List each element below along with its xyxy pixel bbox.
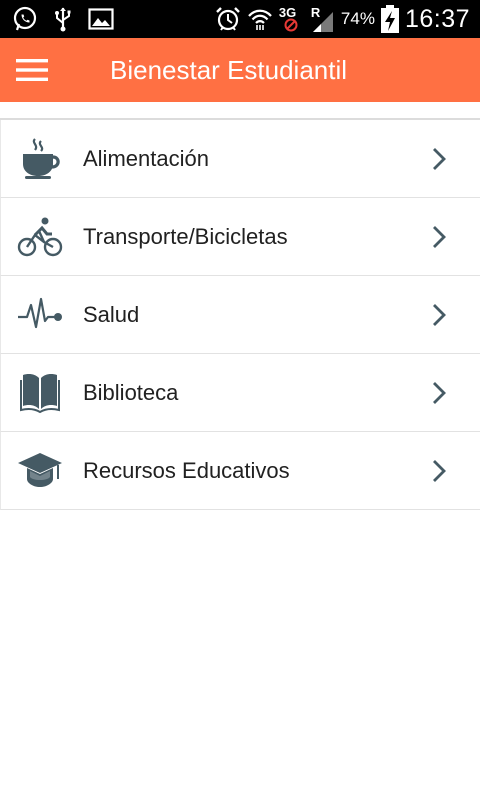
list-item-salud[interactable]: Salud <box>0 276 480 354</box>
app-title: Bienestar Estudiantil <box>110 55 348 85</box>
coffee-cup-icon <box>23 138 60 179</box>
chevron-right-icon <box>433 148 446 170</box>
alarm-icon <box>216 7 240 31</box>
chevron-right-icon <box>433 304 446 326</box>
chevron-right-icon <box>433 226 446 248</box>
image-icon <box>88 8 114 30</box>
wifi-icon <box>248 9 272 30</box>
list-item-transporte[interactable]: Transporte/Bicicletas <box>0 198 480 276</box>
menu-button[interactable] <box>8 46 56 94</box>
mobile-data-icon: 3G <box>279 4 305 34</box>
list-item-alimentacion[interactable]: Alimentación <box>0 120 480 198</box>
status-bar: 3G R 74% 16:37 <box>0 0 480 38</box>
list-item-label: Biblioteca <box>83 380 179 405</box>
whatsapp-icon <box>13 6 37 31</box>
list-item-label: Transporte/Bicicletas <box>83 224 288 249</box>
no-data-icon <box>284 18 298 32</box>
chevron-right-icon <box>433 460 446 482</box>
battery-charging-icon <box>380 5 399 33</box>
book-icon <box>20 374 60 414</box>
status-bar-left <box>12 0 114 38</box>
clock: 16:37 <box>404 4 470 33</box>
hamburger-menu-icon[interactable] <box>16 58 48 82</box>
bicycle-icon <box>17 217 63 257</box>
signal-icon: R <box>311 4 335 34</box>
menu-list: Alimentación Transporte/Bicicletas Salud <box>0 118 480 510</box>
usb-icon <box>55 7 71 32</box>
app-bar: Bienestar Estudiantil <box>0 38 480 102</box>
heartbeat-icon <box>18 297 62 329</box>
battery-percent: 74% <box>340 9 375 28</box>
list-item-label: Salud <box>83 302 140 327</box>
list-item-recursos[interactable]: Recursos Educativos <box>0 432 480 510</box>
list-item-label: Alimentación <box>83 146 209 171</box>
signal-bars-icon <box>312 12 333 32</box>
list-item-biblioteca[interactable]: Biblioteca <box>0 354 480 432</box>
graduation-cap-icon <box>18 453 62 487</box>
chevron-right-icon <box>433 382 446 404</box>
list-item-label: Recursos Educativos <box>83 458 290 483</box>
status-bar-right: 3G R 74% 16:37 <box>215 0 470 38</box>
